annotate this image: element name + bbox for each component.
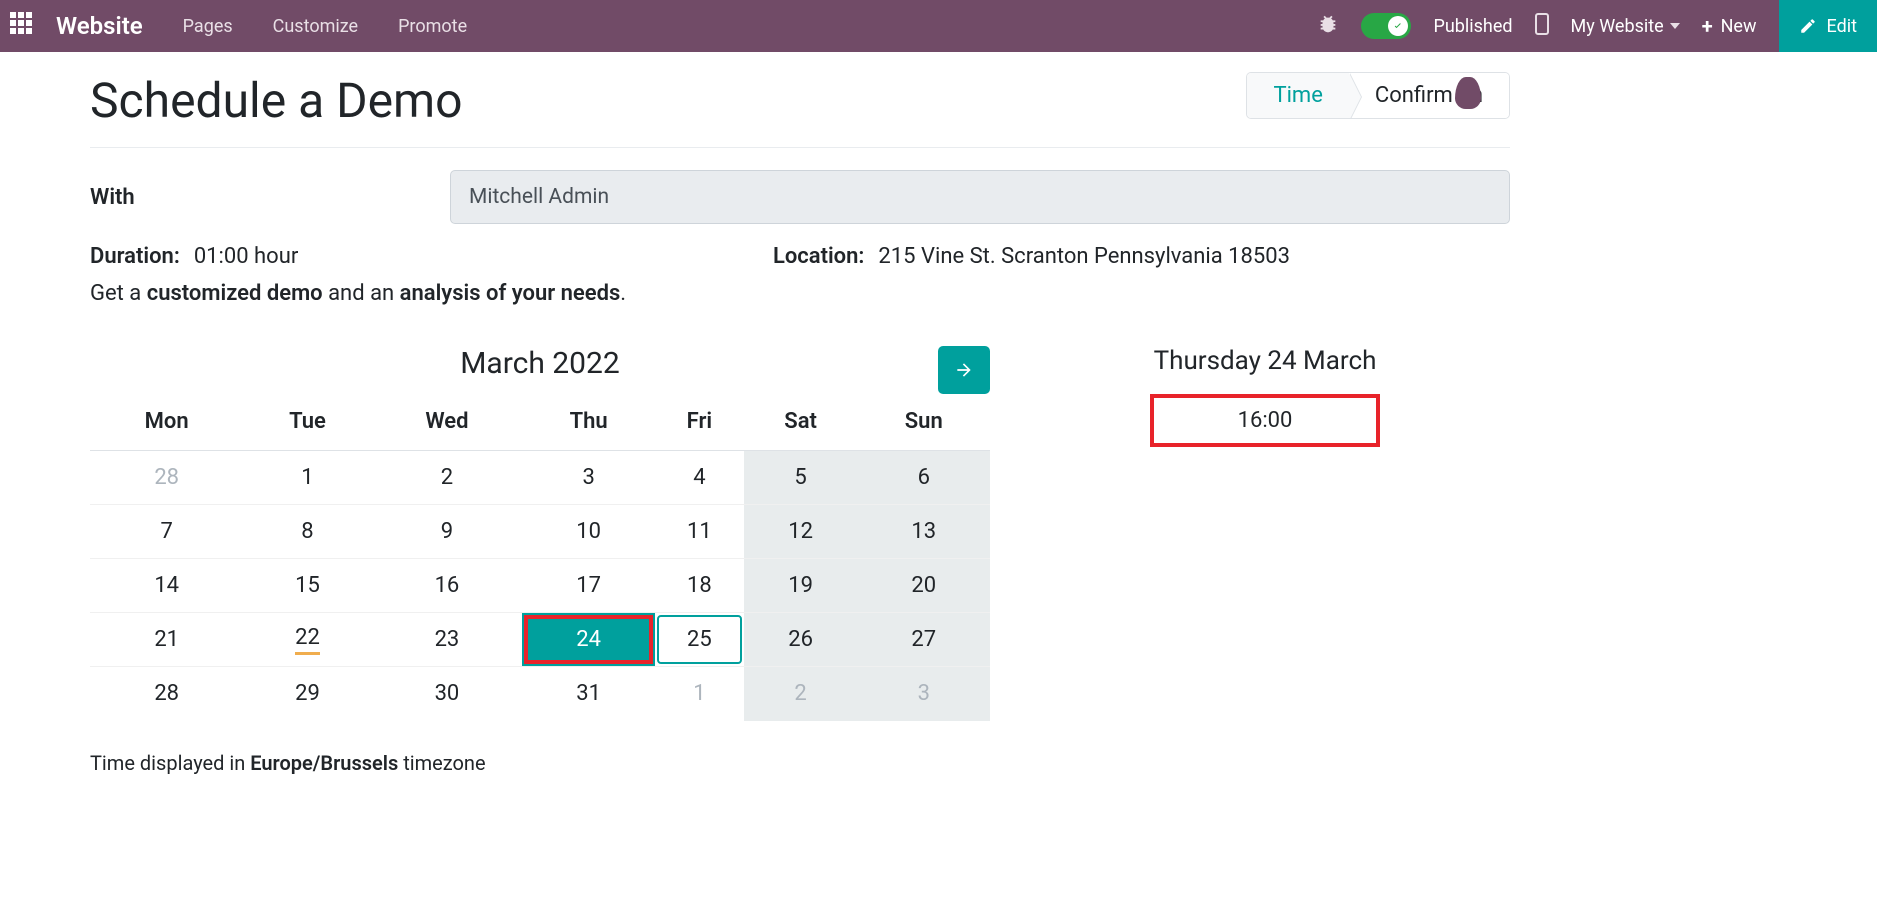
nav-pages[interactable]: Pages bbox=[183, 16, 233, 37]
calendar-day[interactable]: 11 bbox=[655, 505, 744, 559]
page-title: Schedule a Demo bbox=[90, 72, 463, 129]
nav-customize[interactable]: Customize bbox=[273, 16, 358, 37]
calendar-day[interactable]: 7 bbox=[90, 505, 243, 559]
tz-prefix: Time displayed in bbox=[90, 751, 250, 775]
odoo-drop-icon bbox=[1455, 77, 1481, 109]
tz-value: Europe/Brussels bbox=[250, 751, 398, 775]
caret-down-icon bbox=[1670, 23, 1680, 29]
calendar-grid: Mon Tue Wed Thu Fri Sat Sun 281234567891… bbox=[90, 393, 990, 721]
arrow-right-icon bbox=[954, 360, 974, 380]
calendar-day[interactable]: 12 bbox=[744, 505, 858, 559]
calendar-day[interactable]: 30 bbox=[372, 667, 523, 721]
my-website-label: My Website bbox=[1571, 16, 1664, 37]
selected-day-title: Thursday 24 March bbox=[1020, 346, 1510, 376]
calendar-day[interactable]: 16 bbox=[372, 559, 523, 613]
calendar-day[interactable]: 10 bbox=[522, 505, 655, 559]
with-label: With bbox=[90, 185, 450, 210]
wizard-step-time[interactable]: Time bbox=[1247, 73, 1348, 118]
calendar-day[interactable]: 14 bbox=[90, 559, 243, 613]
calendar-day[interactable]: 27 bbox=[858, 613, 991, 667]
calendar-day[interactable]: 6 bbox=[858, 451, 991, 505]
calendar-day[interactable]: 8 bbox=[243, 505, 371, 559]
apps-icon[interactable] bbox=[10, 12, 38, 40]
dow-thu: Thu bbox=[522, 393, 655, 451]
location-value: 215 Vine St. Scranton Pennsylvania 18503 bbox=[878, 244, 1290, 269]
timezone-note: Time displayed in Europe/Brussels timezo… bbox=[90, 751, 990, 775]
description: Get a customized demo and an analysis of… bbox=[90, 281, 1510, 306]
desc-mid: and an bbox=[323, 281, 400, 306]
duration-value: 01:00 hour bbox=[194, 244, 299, 269]
calendar-day[interactable]: 1 bbox=[655, 667, 744, 721]
calendar-day[interactable]: 22 bbox=[243, 613, 371, 667]
new-label: New bbox=[1721, 16, 1757, 37]
edit-label: Edit bbox=[1827, 16, 1857, 37]
published-toggle[interactable] bbox=[1361, 13, 1411, 39]
calendar-day[interactable]: 3 bbox=[858, 667, 991, 721]
dow-wed: Wed bbox=[372, 393, 523, 451]
plus-icon: + bbox=[1702, 14, 1713, 38]
location-label: Location: bbox=[773, 244, 864, 269]
calendar-day[interactable]: 2 bbox=[372, 451, 523, 505]
calendar-day[interactable]: 23 bbox=[372, 613, 523, 667]
calendar-day[interactable]: 28 bbox=[90, 667, 243, 721]
published-label: Published bbox=[1433, 16, 1512, 37]
time-slot-1600[interactable]: 16:00 bbox=[1150, 394, 1380, 447]
app-brand[interactable]: Website bbox=[56, 12, 143, 40]
dow-sun: Sun bbox=[858, 393, 991, 451]
calendar-day[interactable]: 9 bbox=[372, 505, 523, 559]
calendar-day[interactable]: 25 bbox=[655, 613, 744, 667]
calendar-month-title: March 2022 bbox=[90, 346, 990, 381]
desc-bold1: customized demo bbox=[147, 281, 323, 306]
desc-prefix: Get a bbox=[90, 281, 147, 306]
dow-fri: Fri bbox=[655, 393, 744, 451]
nav-promote[interactable]: Promote bbox=[398, 16, 467, 37]
my-website-dropdown[interactable]: My Website bbox=[1571, 16, 1680, 37]
calendar-day[interactable]: 5 bbox=[744, 451, 858, 505]
topbar: Website Pages Customize Promote Publishe… bbox=[0, 0, 1877, 52]
check-icon bbox=[1388, 16, 1408, 36]
calendar-day[interactable]: 15 bbox=[243, 559, 371, 613]
calendar-day[interactable]: 26 bbox=[744, 613, 858, 667]
new-button[interactable]: + New bbox=[1702, 14, 1757, 38]
calendar-day[interactable]: 18 bbox=[655, 559, 744, 613]
duration-label: Duration: bbox=[90, 244, 180, 269]
calendar-day[interactable]: 31 bbox=[522, 667, 655, 721]
with-input[interactable]: Mitchell Admin bbox=[450, 170, 1510, 224]
calendar-day[interactable]: 13 bbox=[858, 505, 991, 559]
mobile-icon[interactable] bbox=[1535, 13, 1549, 40]
edit-button[interactable]: Edit bbox=[1779, 0, 1877, 52]
calendar-day[interactable]: 28 bbox=[90, 451, 243, 505]
calendar-day[interactable]: 24 bbox=[522, 613, 655, 667]
calendar-day[interactable]: 2 bbox=[744, 667, 858, 721]
desc-bold2: analysis of your needs bbox=[400, 281, 621, 306]
dow-mon: Mon bbox=[90, 393, 243, 451]
calendar-next-button[interactable] bbox=[938, 346, 990, 394]
wizard-step-confirmation[interactable]: Confirm on bbox=[1349, 73, 1509, 118]
dow-sat: Sat bbox=[744, 393, 858, 451]
calendar-day[interactable]: 29 bbox=[243, 667, 371, 721]
tz-suffix: timezone bbox=[398, 751, 485, 775]
calendar-day[interactable]: 19 bbox=[744, 559, 858, 613]
calendar-day[interactable]: 1 bbox=[243, 451, 371, 505]
bug-icon[interactable] bbox=[1317, 13, 1339, 40]
wizard-steps: Time Confirm on bbox=[1246, 72, 1510, 119]
pencil-icon bbox=[1799, 17, 1817, 35]
calendar-day[interactable]: 21 bbox=[90, 613, 243, 667]
desc-suffix: . bbox=[620, 281, 626, 306]
dow-tue: Tue bbox=[243, 393, 371, 451]
calendar-day[interactable]: 17 bbox=[522, 559, 655, 613]
calendar-day[interactable]: 3 bbox=[522, 451, 655, 505]
calendar-day[interactable]: 20 bbox=[858, 559, 991, 613]
calendar-day[interactable]: 4 bbox=[655, 451, 744, 505]
